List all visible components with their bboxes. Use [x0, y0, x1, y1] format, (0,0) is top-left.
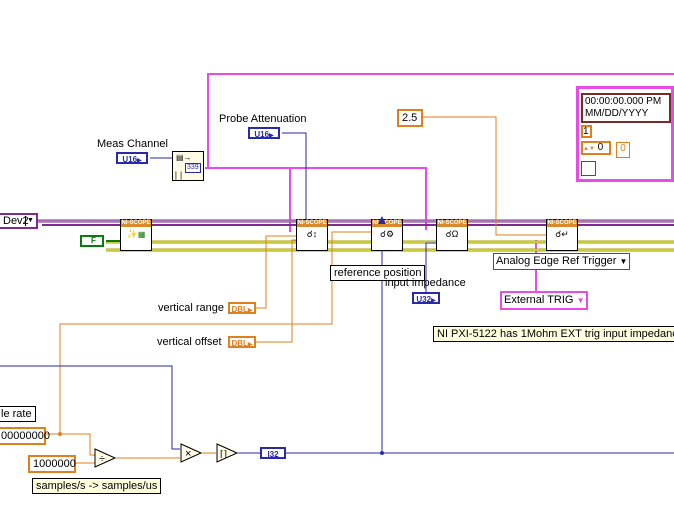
trigger-type-ring[interactable]: Analog Edge Ref Trigger ▼	[493, 253, 631, 270]
meas-channel-terminal[interactable]: U16▶	[116, 152, 148, 164]
wire-junction	[378, 215, 386, 224]
device-resource-constant[interactable]: Dev2 ▼	[0, 213, 38, 229]
timestamp-date: MM/DD/YYYY	[585, 108, 649, 119]
sample-rate-control[interactable]: 00000000	[0, 427, 50, 445]
array-index-control[interactable]: ▲▼ 0	[581, 141, 611, 155]
dropdown-arrow-icon[interactable]: ▼	[577, 296, 585, 305]
niscope-configure-trigger-vi[interactable]: NI-SCOPE ☌↵	[546, 219, 578, 251]
niscope-configure-vertical-vi[interactable]: NI-SCOPE ☌↕	[296, 219, 328, 251]
trigger-level-constant[interactable]: 2.5	[397, 109, 423, 127]
niscope-init-vi[interactable]: NI-SCOPE ✨▦	[120, 219, 152, 251]
trig-level-wire	[420, 116, 548, 236]
index-constant: 339	[185, 163, 201, 173]
sample-rate-label: le rate	[0, 406, 36, 422]
timestamp-constant[interactable]: 00:00:00.000 PM MM/DD/YYYY	[581, 93, 671, 123]
ref-pos-wire	[59, 231, 374, 434]
round-icon: ⌈⌉	[220, 449, 227, 459]
divide-icon: ÷	[99, 453, 105, 465]
horizontal-config-icon: ☌⚙	[379, 229, 395, 239]
probe-wire	[282, 132, 307, 230]
trigger-source-ring[interactable]: External TRIG ▼	[500, 291, 589, 310]
probe-attenuation-label: Probe Attenuation	[219, 113, 307, 125]
sample-rate-wire	[46, 433, 96, 456]
voffset-wire	[256, 239, 298, 343]
index-array-node[interactable]: ▤→ 339 ⎢⎥	[172, 151, 204, 181]
vertical-offset-label: vertical offset	[157, 336, 222, 348]
vertical-range-label: vertical range	[158, 302, 225, 314]
trig-impedance-note: NI PXI-5122 has 1Mohm EXT trig input imp…	[433, 326, 674, 342]
samples-divisor-constant[interactable]: 1000000	[28, 455, 76, 473]
array-bracket-icon: ⎢⎥	[175, 173, 182, 180]
index-array-icon: ▤→	[176, 153, 192, 162]
input-impedance-terminal[interactable]: U32▶	[412, 292, 440, 304]
convert-to-i32-primitive[interactable]: ⌈⌉	[216, 443, 238, 463]
vertical-range-terminal[interactable]: DBL▶	[228, 302, 256, 314]
divide-primitive[interactable]: ÷	[94, 448, 116, 468]
niscope-header: NI-SCOPE	[372, 220, 402, 227]
array-increment-icon[interactable]: ▲▼	[583, 146, 595, 152]
niscope-configure-horizontal-vi[interactable]: NI-SCOPE ☌⚙	[371, 219, 403, 251]
multiply-icon: ×	[185, 448, 191, 460]
multiply-primitive[interactable]: ×	[180, 443, 202, 463]
init-icon: ✨▦	[126, 229, 146, 239]
vertical-offset-terminal[interactable]: DBL▶	[228, 336, 256, 348]
niscope-configure-chan-characteristics-vi[interactable]: NI-SCOPE ☌Ω	[436, 219, 468, 251]
array-element[interactable]: 0	[616, 142, 630, 158]
input-impedance-label: input impedance	[385, 277, 466, 289]
niscope-header: NI-SCOPE	[437, 220, 467, 227]
cluster-numeric-constant[interactable]: 1	[581, 125, 592, 138]
cluster-empty-element[interactable]	[581, 161, 596, 176]
channel-char-icon: ☌Ω	[445, 229, 459, 239]
cluster-constant[interactable]: 00:00:00.000 PM MM/DD/YYYY 1 ▲▼ 0 0	[576, 86, 674, 182]
boolean-constant-label: F	[91, 236, 96, 245]
niscope-header: NI-SCOPE	[547, 220, 577, 227]
vertical-config-icon: ☌↕	[306, 229, 318, 239]
niscope-header: NI-SCOPE	[121, 220, 151, 227]
timestamp-time: 00:00:00.000 PM	[585, 96, 662, 107]
trigger-edge-icon: ☌↵	[555, 229, 569, 239]
dropdown-arrow-icon[interactable]: ▼	[25, 216, 35, 226]
i32-conversion-terminal[interactable]: I32	[260, 447, 286, 459]
vrange-wire	[256, 235, 296, 309]
dropdown-arrow-icon[interactable]: ▼	[620, 257, 628, 266]
meas-channel-label: Meas Channel	[97, 138, 168, 150]
samples-conversion-label: samples/s -> samples/us	[32, 478, 162, 494]
niscope-header: NI-SCOPE	[297, 220, 327, 227]
boolean-constant[interactable]: F	[80, 235, 104, 247]
probe-attenuation-terminal[interactable]: U16▶	[248, 127, 280, 139]
